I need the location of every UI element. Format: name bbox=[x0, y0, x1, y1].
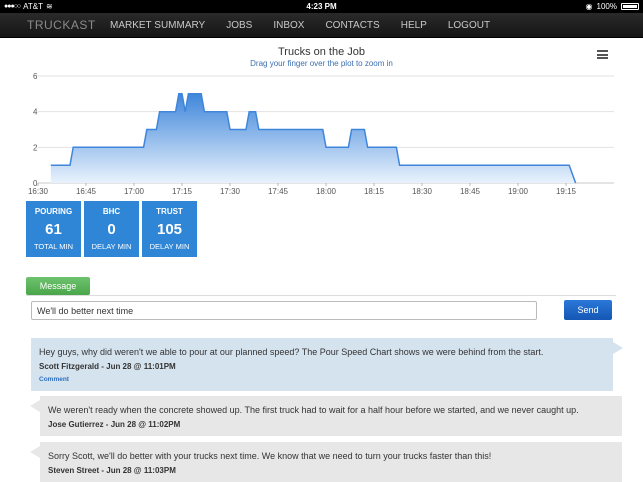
tile-value: 61 bbox=[45, 221, 62, 238]
x-tick-label: 17:15 bbox=[172, 187, 193, 196]
tile-trust[interactable]: TRUST 105 DELAY MIN bbox=[142, 201, 197, 257]
top-navbar: TRUCKAST MARKET SUMMARY JOBS INBOX CONTA… bbox=[0, 13, 643, 38]
x-tick-label: 16:45 bbox=[76, 187, 97, 196]
y-tick-label: 6 bbox=[33, 72, 38, 81]
nav-logout[interactable]: LOGOUT bbox=[448, 20, 490, 31]
comment-author: Jose Gutierrez - Jun 28 @ 11:02PM bbox=[48, 420, 181, 429]
send-button[interactable]: Send bbox=[564, 300, 612, 320]
x-tick-label: 18:30 bbox=[412, 187, 433, 196]
tile-bhc[interactable]: BHC 0 DELAY MIN bbox=[84, 201, 139, 257]
signal-icon: ●●●○○ bbox=[4, 3, 21, 10]
x-tick-label: 17:30 bbox=[220, 187, 241, 196]
x-tick-label: 16:30 bbox=[28, 187, 49, 196]
y-tick-label: 4 bbox=[33, 108, 38, 117]
tile-label: POURING bbox=[34, 207, 73, 216]
tile-value: 0 bbox=[107, 221, 116, 238]
comment-author: Steven Street - Jun 28 @ 11:03PM bbox=[48, 466, 176, 475]
nav-inbox[interactable]: INBOX bbox=[273, 20, 304, 31]
tile-label: TRUST bbox=[156, 207, 183, 216]
x-tick-label: 17:45 bbox=[268, 187, 289, 196]
battery-icon bbox=[621, 3, 639, 10]
x-tick-label: 17:00 bbox=[124, 187, 145, 196]
x-tick-label: 18:00 bbox=[316, 187, 337, 196]
x-tick-label: 19:15 bbox=[556, 187, 577, 196]
comment-author: Scott Fitzgerald - Jun 28 @ 11:01PM bbox=[39, 362, 176, 371]
nav-help[interactable]: HELP bbox=[401, 20, 427, 31]
x-tick-label: 19:00 bbox=[508, 187, 529, 196]
status-bar: ●●●○○ AT&T ≋ 4:23 PM ◉ 100% bbox=[0, 0, 643, 13]
tile-unit: TOTAL MIN bbox=[33, 242, 74, 251]
nav-jobs[interactable]: JOBS bbox=[226, 20, 252, 31]
wifi-icon: ≋ bbox=[46, 2, 53, 11]
message-input[interactable] bbox=[31, 301, 537, 320]
trucks-chart[interactable]: 0 2 4 6 16:30 16:45 17:00 17:15 17:30 17:45 18:00 1… bbox=[0, 38, 643, 198]
tile-value: 105 bbox=[156, 221, 183, 238]
hamburger-menu-icon[interactable] bbox=[597, 50, 608, 59]
chart-title: Trucks on the Job bbox=[277, 46, 366, 58]
comment-link[interactable]: Comment bbox=[39, 376, 605, 383]
tile-pouring[interactable]: POURING 61 TOTAL MIN bbox=[26, 201, 81, 257]
series-area-fill bbox=[50, 93, 576, 183]
comment-text: Sorry Scott, we'll do better with your t… bbox=[48, 451, 492, 461]
status-time: 4:23 PM bbox=[306, 2, 337, 11]
comment-bubble: We weren't ready when the concrete showe… bbox=[30, 396, 622, 436]
chart-subtitle: Drag your finger over the plot to zoom i… bbox=[250, 59, 393, 68]
comment-text: We weren't ready when the concrete showe… bbox=[48, 405, 579, 415]
x-tick-label: 18:45 bbox=[460, 187, 481, 196]
nav-market-summary[interactable]: MARKET SUMMARY bbox=[110, 20, 205, 31]
battery-percent: 100% bbox=[596, 2, 617, 11]
tile-label: BHC bbox=[102, 207, 121, 216]
brand-logo[interactable]: TRUCKAST bbox=[27, 18, 110, 32]
stat-tiles: POURING 61 TOTAL MIN BHC 0 DELAY MIN TRU… bbox=[26, 201, 197, 257]
y-tick-label: 2 bbox=[33, 143, 38, 152]
x-tick-label: 18:15 bbox=[364, 187, 385, 196]
comment-text: Hey guys, why did weren't we able to pou… bbox=[39, 347, 544, 357]
comment-bubble: Sorry Scott, we'll do better with your t… bbox=[30, 442, 622, 482]
message-button[interactable]: Message bbox=[26, 277, 90, 295]
carrier-label: AT&T bbox=[23, 2, 43, 11]
divider bbox=[26, 295, 616, 296]
rotation-lock-icon: ◉ bbox=[585, 2, 593, 11]
tile-unit: DELAY MIN bbox=[149, 242, 190, 251]
comment-bubble: Hey guys, why did weren't we able to pou… bbox=[31, 338, 623, 391]
tile-unit: DELAY MIN bbox=[91, 242, 132, 251]
nav-contacts[interactable]: CONTACTS bbox=[325, 20, 379, 31]
